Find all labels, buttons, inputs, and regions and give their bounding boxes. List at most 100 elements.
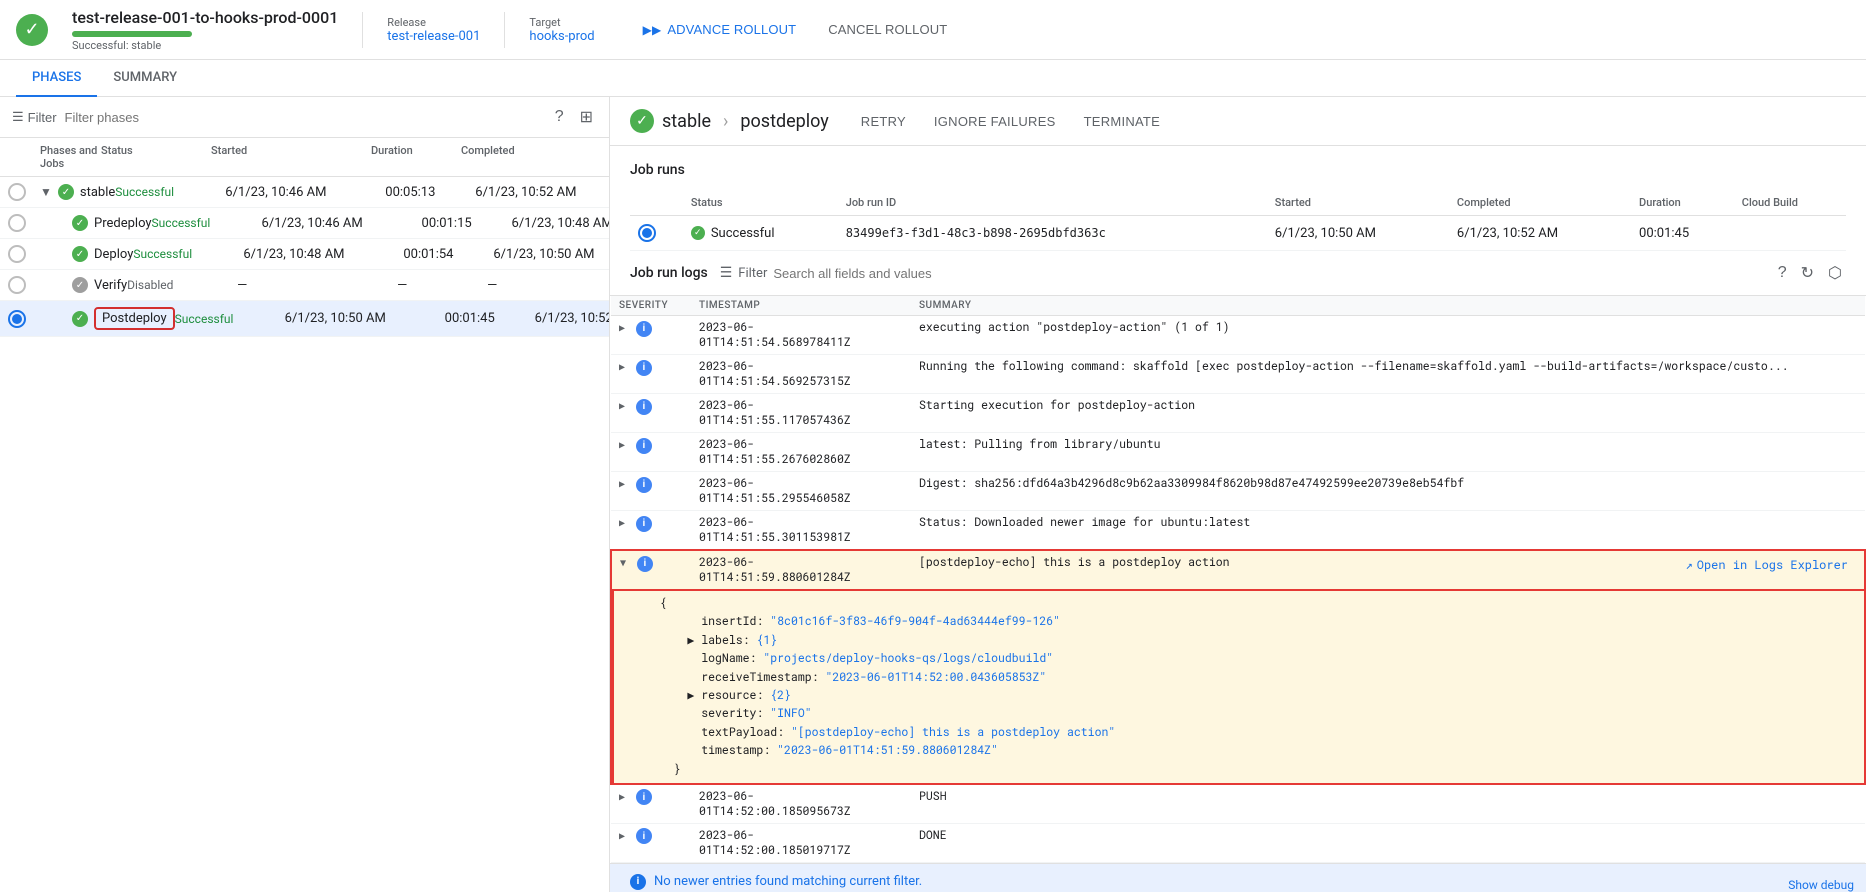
log-expand-icon[interactable]: ▶ xyxy=(619,829,625,842)
table-row[interactable]: ✓ Predeploy Successful 6/1/23, 10:46 AM … xyxy=(0,208,609,239)
log-severity-cell: ▶ i xyxy=(611,433,691,472)
target-link[interactable]: hooks-prod xyxy=(529,29,594,44)
phase-name-cell: ✓ Deploy xyxy=(40,246,133,262)
tab-summary[interactable]: SUMMARY xyxy=(97,60,193,97)
title-separator: › xyxy=(723,111,728,132)
release-link[interactable]: test-release-001 xyxy=(387,29,480,44)
log-expanded-content-row: { insertId: "8c01c16f-3f83-46f9-904f-4ad… xyxy=(611,590,1865,784)
log-expand-icon[interactable]: ▶ xyxy=(619,790,625,803)
status-cell: Successful xyxy=(152,216,262,230)
duration-cell: 00:01:45 xyxy=(445,311,535,326)
log-row[interactable]: ▶ i 2023-06-01T14:51:55.267602860Z lates… xyxy=(611,433,1865,472)
log-row[interactable]: ▶ i 2023-06-01T14:51:55.301153981Z Statu… xyxy=(611,511,1865,551)
log-col-timestamp: TIMESTAMP xyxy=(691,296,911,316)
logs-external-button[interactable]: ⬡ xyxy=(1824,261,1846,285)
release-name: test-release-001-to-hooks-prod-0001 xyxy=(72,8,338,27)
log-timestamp: 2023-06-01T14:51:55.117057436Z xyxy=(691,394,911,433)
log-severity-cell: ▶ i xyxy=(611,784,691,824)
log-severity-cell: ▼ i xyxy=(611,550,691,590)
jr-select[interactable] xyxy=(630,216,683,251)
log-severity-badge: i xyxy=(636,438,652,454)
logs-refresh-button[interactable]: ↻ xyxy=(1797,261,1818,285)
log-severity-badge: i xyxy=(636,399,652,415)
tabs-bar: PHASES SUMMARY xyxy=(0,60,1866,97)
phase-job-title: ✓ stable › postdeploy xyxy=(630,109,829,133)
log-expand-icon[interactable]: ▶ xyxy=(619,516,625,529)
started-cell: 6/1/23, 10:50 AM xyxy=(285,311,445,326)
started-cell: — xyxy=(237,278,397,293)
log-row-expanded[interactable]: ▼ i 2023-06-01T14:51:59.880601284Z [post… xyxy=(611,550,1865,590)
logs-title: Job run logs xyxy=(630,265,708,281)
log-table-wrap: SEVERITY TIMESTAMP SUMMARY ▶ i 2023-06-0… xyxy=(610,296,1866,892)
expand-icon[interactable]: ▼ xyxy=(40,185,52,199)
row-radio[interactable] xyxy=(8,183,40,201)
job-run-row[interactable]: ✓ Successful 83499ef3-f3d1-48c3-b898-269… xyxy=(630,216,1846,251)
log-summary: Status: Downloaded newer image for ubunt… xyxy=(911,511,1865,551)
log-expand-icon[interactable]: ▶ xyxy=(619,477,625,490)
help-icon-btn[interactable]: ? xyxy=(551,105,568,129)
log-expand-icon[interactable]: ▼ xyxy=(620,556,626,569)
jr-cloudbuild xyxy=(1734,216,1846,251)
logs-filter-icon: ☰ xyxy=(720,265,733,281)
cancel-rollout-button[interactable]: CANCEL ROLLOUT xyxy=(820,16,955,43)
log-severity-badge: i xyxy=(636,321,652,337)
terminate-button[interactable]: TERMINATE xyxy=(1076,110,1169,133)
table-row[interactable]: ▼ ✓ stable Successful 6/1/23, 10:46 AM 0… xyxy=(0,177,609,208)
progress-bar-fill xyxy=(72,31,192,37)
log-row[interactable]: ▶ i 2023-06-01T14:51:54.568978411Z execu… xyxy=(611,316,1865,355)
logs-filter-input[interactable] xyxy=(773,266,1761,281)
check-circle: ✓ xyxy=(72,311,88,327)
log-expand-icon[interactable]: ▶ xyxy=(619,399,625,412)
show-debug-link[interactable]: Show debug xyxy=(1776,874,1866,896)
jr-started: 6/1/23, 10:50 AM xyxy=(1267,216,1449,251)
log-expand-icon[interactable]: ▶ xyxy=(619,438,625,451)
filter-button[interactable]: ☰ Filter xyxy=(12,109,57,125)
completed-cell: 6/1/23, 10:50 AM xyxy=(493,247,609,262)
row-radio[interactable] xyxy=(8,276,40,294)
help-icon: ? xyxy=(555,108,564,126)
header-actions: ▶▶ ADVANCE ROLLOUT CANCEL ROLLOUT xyxy=(635,16,956,43)
header-divider-2 xyxy=(504,12,505,48)
log-row[interactable]: ▶ i 2023-06-01T14:51:55.117057436Z Start… xyxy=(611,394,1865,433)
log-timestamp: 2023-06-01T14:51:54.569257315Z xyxy=(691,355,911,394)
logs-help-button[interactable]: ? xyxy=(1774,261,1791,285)
open-logs-explorer-link[interactable]: ↗ Open in Logs Explorer xyxy=(1678,553,1856,577)
phase-name-cell: ✓ Postdeploy xyxy=(40,307,175,330)
check-circle-disabled: ✓ xyxy=(72,277,88,293)
app-icon: ✓ xyxy=(16,14,48,46)
log-row[interactable]: ▶ i 2023-06-01T14:51:55.295546058Z Diges… xyxy=(611,472,1865,511)
ignore-failures-button[interactable]: IGNORE FAILURES xyxy=(926,110,1064,133)
release-label: Release xyxy=(387,16,480,29)
tab-phases[interactable]: PHASES xyxy=(16,60,97,97)
phase-label: Predeploy xyxy=(94,216,152,231)
main-layout: ☰ Filter ? ⊞ Phases and Jobs Status Star… xyxy=(0,97,1866,892)
log-timestamp: 2023-06-01T14:51:55.267602860Z xyxy=(691,433,911,472)
row-radio[interactable] xyxy=(8,310,40,328)
table-row[interactable]: ✓ Verify Disabled — — — xyxy=(0,270,609,301)
log-table: SEVERITY TIMESTAMP SUMMARY ▶ i 2023-06-0… xyxy=(610,296,1866,863)
log-row[interactable]: ▶ i 2023-06-01T14:52:00.185019717Z DONE xyxy=(611,823,1865,862)
table-row-postdeploy[interactable]: ✓ Postdeploy Successful 6/1/23, 10:50 AM… xyxy=(0,301,609,337)
columns-icon-btn[interactable]: ⊞ xyxy=(576,105,597,129)
log-timestamp: 2023-06-01T14:51:54.568978411Z xyxy=(691,316,911,355)
row-radio[interactable] xyxy=(8,245,40,263)
log-timestamp: 2023-06-01T14:52:00.185019717Z xyxy=(691,823,911,862)
advance-rollout-icon: ▶▶ xyxy=(643,23,662,37)
log-summary: Running the following command: skaffold … xyxy=(911,355,1865,394)
logs-filter-label: Filter xyxy=(738,266,767,281)
log-row[interactable]: ▶ i 2023-06-01T14:52:00.185095673Z PUSH xyxy=(611,784,1865,824)
log-expand-icon[interactable]: ▶ xyxy=(619,321,625,334)
retry-button[interactable]: RETRY xyxy=(853,110,914,133)
right-panel-actions: RETRY IGNORE FAILURES TERMINATE xyxy=(853,110,1168,133)
duration-cell: 00:05:13 xyxy=(385,185,475,200)
log-row[interactable]: ▶ i 2023-06-01T14:51:54.569257315Z Runni… xyxy=(611,355,1865,394)
advance-rollout-button[interactable]: ▶▶ ADVANCE ROLLOUT xyxy=(635,16,805,43)
log-severity-badge: i xyxy=(636,477,652,493)
postdeploy-label: Postdeploy xyxy=(94,307,175,330)
log-expand-icon[interactable]: ▶ xyxy=(619,360,625,373)
table-row[interactable]: ✓ Deploy Successful 6/1/23, 10:48 AM 00:… xyxy=(0,239,609,270)
row-radio[interactable] xyxy=(8,214,40,232)
col-duration: Duration xyxy=(371,144,461,170)
filter-input[interactable] xyxy=(65,110,543,125)
log-col-summary: SUMMARY xyxy=(911,296,1865,316)
